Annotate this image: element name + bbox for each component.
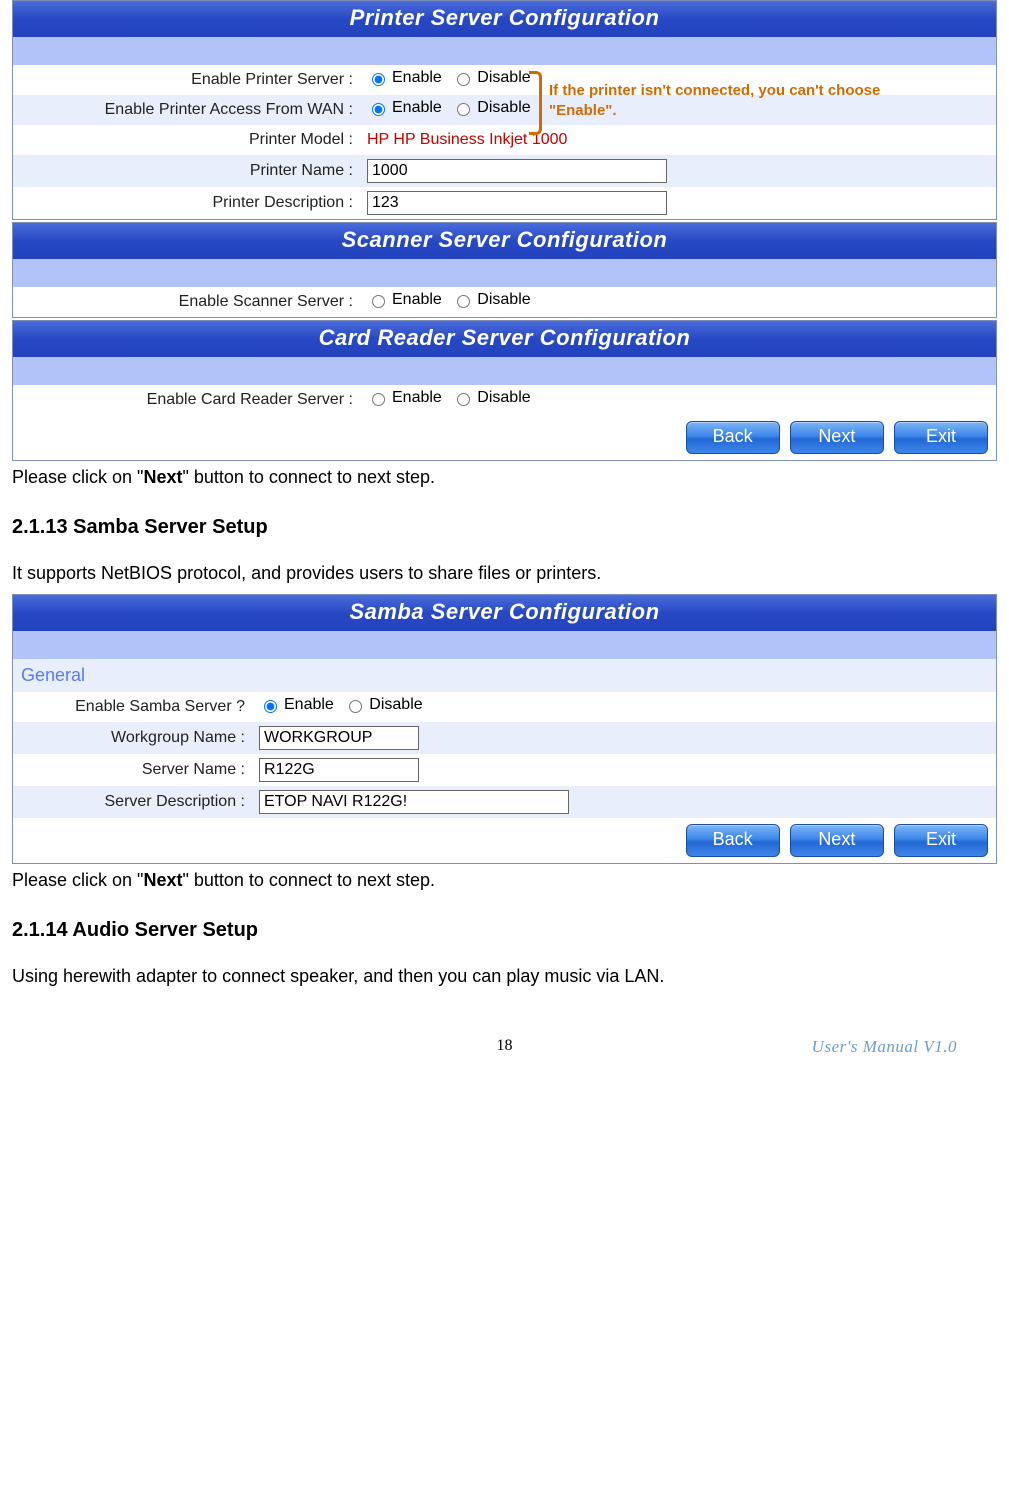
- scanner-enable-label: Enable Scanner Server :: [13, 287, 361, 317]
- callout-text: If the printer isn't connected, you can'…: [549, 81, 899, 120]
- opt-disable: Disable: [369, 696, 422, 714]
- opt-enable: Enable: [392, 389, 442, 407]
- cardreader-config-title: Card Reader Server Configuration: [13, 321, 996, 357]
- spacer: [13, 357, 996, 385]
- samba-enable-label: Enable Samba Server ?: [13, 692, 253, 722]
- opt-enable: Enable: [392, 291, 442, 309]
- printer-model-label: Printer Model :: [13, 125, 361, 155]
- cardreader-config-panel: Card Reader Server Configuration Enable …: [12, 320, 997, 461]
- enable-printer-radio-disable[interactable]: [457, 73, 470, 86]
- opt-enable: Enable: [284, 696, 334, 714]
- printer-wan-label: Enable Printer Access From WAN :: [13, 95, 361, 125]
- samba-desc-label: Server Description :: [13, 786, 253, 818]
- printer-wan-radio-enable[interactable]: [372, 103, 385, 116]
- printer-wan-radio-disable[interactable]: [457, 103, 470, 116]
- section-2-1-13: 2.1.13 Samba Server Setup: [12, 516, 997, 539]
- samba-radio-disable[interactable]: [349, 700, 362, 713]
- samba-server-label: Server Name :: [13, 754, 253, 786]
- note-next-1: Please click on "Next" button to connect…: [12, 467, 997, 488]
- samba-workgroup-input[interactable]: [259, 726, 419, 750]
- section-2-1-14: 2.1.14 Audio Server Setup: [12, 919, 997, 942]
- note-next-2: Please click on "Next" button to connect…: [12, 870, 997, 891]
- samba-general-label: General: [13, 659, 996, 692]
- opt-disable: Disable: [477, 291, 530, 309]
- back-button[interactable]: Back: [686, 824, 780, 857]
- samba-config-panel: Samba Server Configuration General Enabl…: [12, 594, 997, 864]
- scanner-radio-enable[interactable]: [372, 295, 385, 308]
- exit-button[interactable]: Exit: [894, 421, 988, 454]
- printer-name-label: Printer Name :: [13, 155, 361, 187]
- back-button[interactable]: Back: [686, 421, 780, 454]
- doc-version: User's Manual V1.0: [757, 1037, 957, 1057]
- opt-disable: Disable: [477, 389, 530, 407]
- printer-config-panel: Printer Server Configuration Enable Prin…: [12, 0, 997, 220]
- callout-brace: [529, 71, 542, 135]
- printer-name-input[interactable]: [367, 159, 667, 183]
- cardreader-enable-label: Enable Card Reader Server :: [13, 385, 361, 415]
- samba-server-input[interactable]: [259, 758, 419, 782]
- samba-radio-enable[interactable]: [264, 700, 277, 713]
- opt-disable: Disable: [477, 69, 530, 87]
- scanner-config-panel: Scanner Server Configuration Enable Scan…: [12, 222, 997, 318]
- samba-desc-input[interactable]: [259, 790, 569, 814]
- opt-enable: Enable: [392, 69, 442, 87]
- printer-model-value: HP HP Business Inkjet 1000: [361, 125, 996, 155]
- opt-disable: Disable: [477, 99, 530, 117]
- spacer: [13, 259, 996, 287]
- cardreader-radio-enable[interactable]: [372, 393, 385, 406]
- cardreader-radio-disable[interactable]: [457, 393, 470, 406]
- printer-desc-input[interactable]: [367, 191, 667, 215]
- next-button[interactable]: Next: [790, 421, 884, 454]
- audio-intro: Using herewith adapter to connect speake…: [12, 966, 997, 987]
- page-footer: 18 User's Manual V1.0: [12, 1037, 997, 1057]
- next-button[interactable]: Next: [790, 824, 884, 857]
- opt-enable: Enable: [392, 99, 442, 117]
- spacer: [13, 631, 996, 659]
- enable-printer-label: Enable Printer Server :: [13, 65, 361, 95]
- page-number: 18: [252, 1037, 757, 1057]
- enable-printer-radio-enable[interactable]: [372, 73, 385, 86]
- samba-workgroup-label: Workgroup Name :: [13, 722, 253, 754]
- samba-config-title: Samba Server Configuration: [13, 595, 996, 631]
- printer-config-title: Printer Server Configuration: [13, 1, 996, 37]
- scanner-radio-disable[interactable]: [457, 295, 470, 308]
- spacer: [13, 37, 996, 65]
- exit-button[interactable]: Exit: [894, 824, 988, 857]
- scanner-config-title: Scanner Server Configuration: [13, 223, 996, 259]
- samba-intro: It supports NetBIOS protocol, and provid…: [12, 563, 997, 584]
- printer-desc-label: Printer Description :: [13, 187, 361, 219]
